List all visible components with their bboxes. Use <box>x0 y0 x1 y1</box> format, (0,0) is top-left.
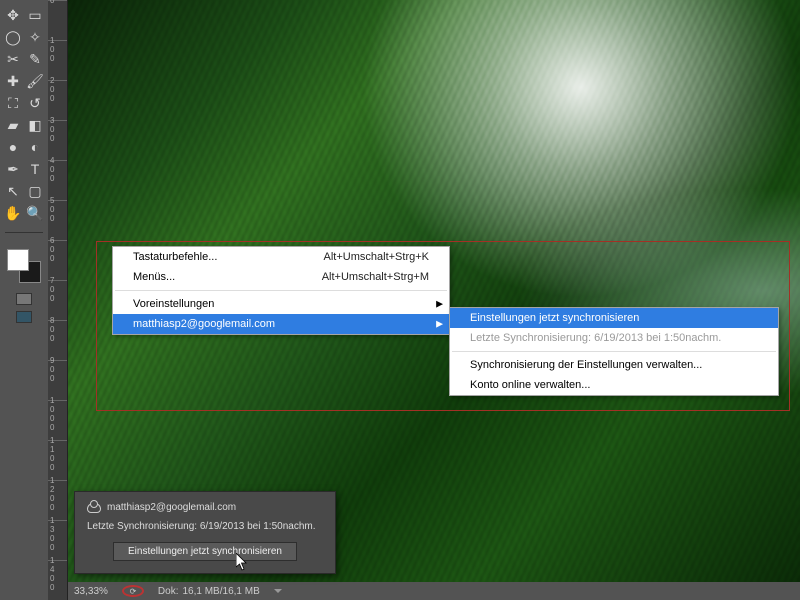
history-brush-tool[interactable]: ↺ <box>26 94 44 112</box>
menu-item[interactable]: Voreinstellungen ▶ <box>113 294 449 314</box>
type-tool[interactable]: T <box>26 160 44 178</box>
menu-item[interactable]: Menüs... Alt+Umschalt+Strg+M <box>113 267 449 287</box>
gradient-tool[interactable]: ◧ <box>26 116 44 134</box>
status-bar: 33,33% ⟳ Dok: 16,1 MB/16,1 MB <box>68 582 800 600</box>
menu-item-label: Voreinstellungen <box>133 298 214 310</box>
move-tool[interactable]: ✥ <box>4 6 22 24</box>
dodge-tool[interactable]: ◐ <box>26 138 44 156</box>
stamp-tool[interactable]: ⛶ <box>4 94 22 112</box>
menu-item-label: Menüs... <box>133 271 175 283</box>
doc-value: 16,1 MB/16,1 MB <box>182 586 259 597</box>
crop-tool[interactable]: ✂ <box>4 50 22 68</box>
menu-item[interactable]: Tastaturbefehle... Alt+Umschalt+Strg+K <box>113 247 449 267</box>
submenu-item-label: Konto online verwalten... <box>470 379 590 391</box>
menu-item-shortcut: Alt+Umschalt+Strg+M <box>322 271 429 283</box>
menu-separator <box>115 290 447 291</box>
shape-tool[interactable]: ▢ <box>26 182 44 200</box>
path-select-tool[interactable]: ↖ <box>4 182 22 200</box>
color-swatches[interactable] <box>7 249 41 283</box>
menu-item-label: Tastaturbefehle... <box>133 251 217 263</box>
brush-tool[interactable]: 🖌 <box>26 72 44 90</box>
quick-mask-toggle[interactable] <box>16 293 32 305</box>
vertical-ruler: 0100200300400500600700800900100011001200… <box>48 0 68 600</box>
submenu-item-label: Einstellungen jetzt synchronisieren <box>470 312 639 324</box>
popup-last-sync: Letzte Synchronisierung: 6/19/2013 bei 1… <box>87 521 323 532</box>
pen-tool[interactable]: ✒ <box>4 160 22 178</box>
doc-size[interactable]: Dok: 16,1 MB/16,1 MB <box>158 586 260 597</box>
wand-tool[interactable]: ✧ <box>26 28 44 46</box>
menu-item[interactable]: matthiasp2@googlemail.com ▶ <box>113 314 449 334</box>
sync-status-icon[interactable]: ⟳ <box>122 585 144 597</box>
submenu-item-label: Synchronisierung der Einstellungen verwa… <box>470 359 702 371</box>
screen-mode-toggle[interactable] <box>16 311 32 323</box>
submenu-item-label: Letzte Synchronisierung: 6/19/2013 bei 1… <box>470 332 721 344</box>
lasso-tool[interactable]: ◯ <box>4 28 22 46</box>
tool-separator <box>5 232 43 233</box>
submenu-item[interactable]: Synchronisierung der Einstellungen verwa… <box>450 355 778 375</box>
context-submenu: Einstellungen jetzt synchronisieren Letzt… <box>449 307 779 396</box>
heal-tool[interactable]: ✚ <box>4 72 22 90</box>
eyedropper-tool[interactable]: ✎ <box>26 50 44 68</box>
zoom-value: 33,33% <box>74 586 108 597</box>
statusbar-menu-arrow-icon[interactable] <box>274 589 282 593</box>
tool-palette: ✥▭ ◯✧ ✂✎ ✚🖌 ⛶↺ ▰◧ ●◐ ✒T ↖▢ ✋🔍 <box>0 0 48 600</box>
blur-tool[interactable]: ● <box>4 138 22 156</box>
menu-item-label: matthiasp2@googlemail.com <box>133 318 275 330</box>
sync-now-button[interactable]: Einstellungen jetzt synchronisieren <box>113 542 297 561</box>
submenu-item: Letzte Synchronisierung: 6/19/2013 bei 1… <box>450 328 778 348</box>
foreground-swatch[interactable] <box>7 249 29 271</box>
zoom-level[interactable]: 33,33% <box>74 586 108 597</box>
zoom-tool[interactable]: 🔍 <box>26 204 44 222</box>
popup-account: matthiasp2@googlemail.com <box>107 502 236 513</box>
submenu-arrow-icon: ▶ <box>436 299 443 310</box>
menu-item-shortcut: Alt+Umschalt+Strg+K <box>324 251 429 263</box>
eraser-tool[interactable]: ▰ <box>4 116 22 134</box>
submenu-arrow-icon: ▶ <box>436 319 443 330</box>
context-menu: Tastaturbefehle... Alt+Umschalt+Strg+K Men… <box>112 246 450 335</box>
marquee-tool[interactable]: ▭ <box>26 6 44 24</box>
cloud-icon <box>87 503 101 513</box>
menu-separator <box>452 351 776 352</box>
sync-popup: matthiasp2@googlemail.com Letzte Synchro… <box>74 491 336 574</box>
doc-label: Dok: <box>158 586 179 597</box>
submenu-item[interactable]: Einstellungen jetzt synchronisieren <box>450 308 778 328</box>
hand-tool[interactable]: ✋ <box>4 204 22 222</box>
submenu-item[interactable]: Konto online verwalten... <box>450 375 778 395</box>
